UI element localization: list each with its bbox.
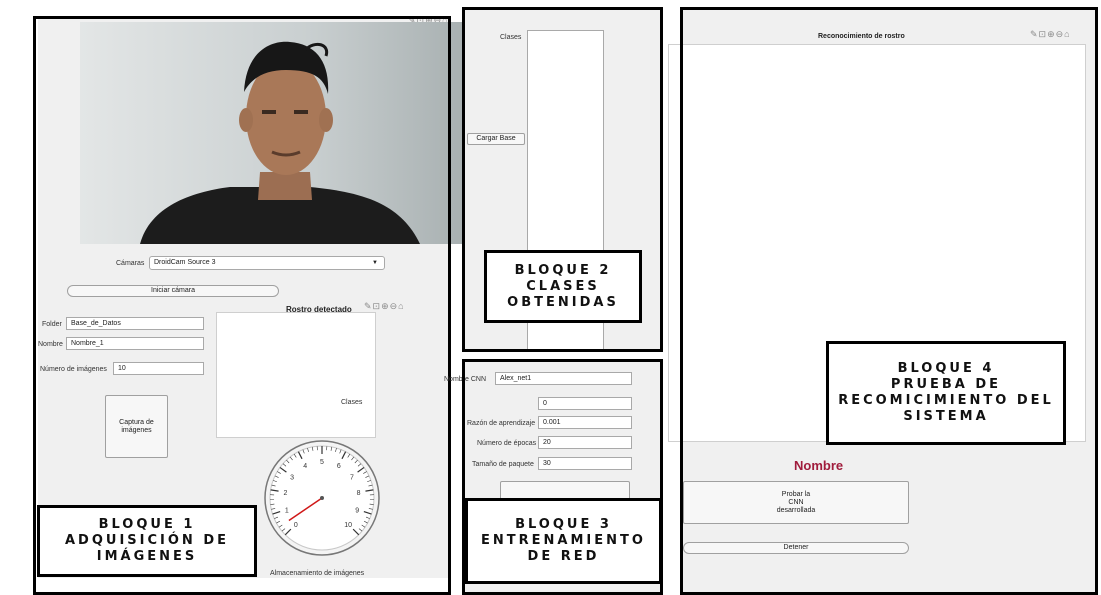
block4-frame bbox=[680, 7, 1098, 595]
block1-frame bbox=[33, 16, 451, 595]
block2-frame bbox=[462, 7, 663, 352]
block3-frame bbox=[462, 359, 663, 595]
